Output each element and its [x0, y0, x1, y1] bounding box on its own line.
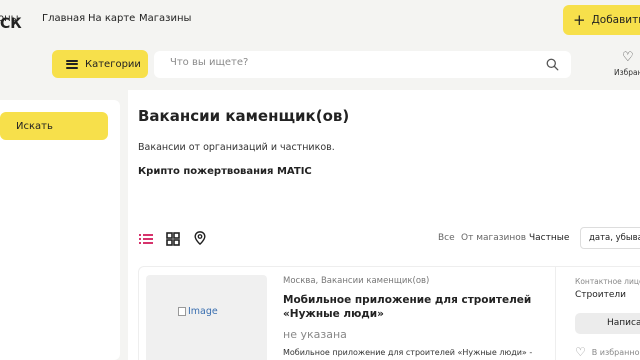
add-to-favorites-label: В избранное	[591, 347, 640, 357]
nav-link-map[interactable]: На карте	[88, 13, 135, 24]
add-listing-label: Добавить	[591, 14, 640, 26]
promo-link[interactable]: Крипто пожертвования MATIC	[138, 166, 312, 177]
heart-icon: ♡	[622, 50, 634, 65]
search-input[interactable]	[170, 57, 530, 68]
card-divider	[555, 266, 556, 360]
plus-icon: +	[573, 10, 586, 29]
page-title: Вакансии каменщик(ов)	[138, 107, 350, 125]
site-logo[interactable]: СК	[0, 16, 22, 32]
nav-link-shops[interactable]: Магазины	[139, 13, 191, 24]
favorites-label: Избран	[614, 68, 640, 77]
top-navigation: оны Главная На карте Магазины	[0, 0, 640, 40]
listing-meta: Москва, Вакансии каменщик(ов)	[283, 276, 430, 286]
image-alt-text: Image	[188, 306, 218, 317]
search-bar	[154, 51, 571, 78]
filter-private[interactable]: Частные	[529, 233, 569, 243]
add-listing-button[interactable]: + Добавить	[563, 5, 640, 35]
listing-title[interactable]: Мобильное приложение для строителей «Нуж…	[283, 293, 551, 321]
add-to-favorites-button[interactable]: ♡ В избранное	[575, 345, 640, 359]
search-submit-button[interactable]: Искать	[0, 112, 108, 140]
filter-all[interactable]: Все	[438, 233, 455, 243]
listing-price: не указана	[283, 328, 347, 341]
nav-link-home[interactable]: Главная	[42, 13, 85, 24]
heart-icon: ♡	[575, 345, 586, 359]
menu-icon	[66, 59, 78, 69]
grid-view-icon[interactable]	[166, 232, 180, 246]
contact-label: Контактное лицо	[575, 277, 640, 286]
filter-shops[interactable]: От магазинов	[461, 233, 526, 243]
categories-button[interactable]: Категории	[52, 50, 148, 78]
list-view-icon[interactable]	[139, 232, 153, 246]
search-icon[interactable]	[546, 58, 559, 71]
listing-description: Мобильное приложение для строителей «Нуж…	[283, 348, 533, 357]
categories-label: Категории	[85, 58, 141, 70]
broken-image-icon	[178, 307, 186, 316]
map-pin-icon[interactable]	[193, 231, 207, 245]
sort-select[interactable]: дата, убыван	[580, 227, 640, 249]
listing-image[interactable]: Image	[146, 275, 267, 360]
favorites-link[interactable]: ♡ Избран	[612, 50, 640, 80]
contact-name[interactable]: Строители	[575, 290, 626, 300]
write-message-button[interactable]: Написать	[575, 313, 640, 334]
page-description: Вакансии от организаций и частников.	[138, 142, 335, 153]
